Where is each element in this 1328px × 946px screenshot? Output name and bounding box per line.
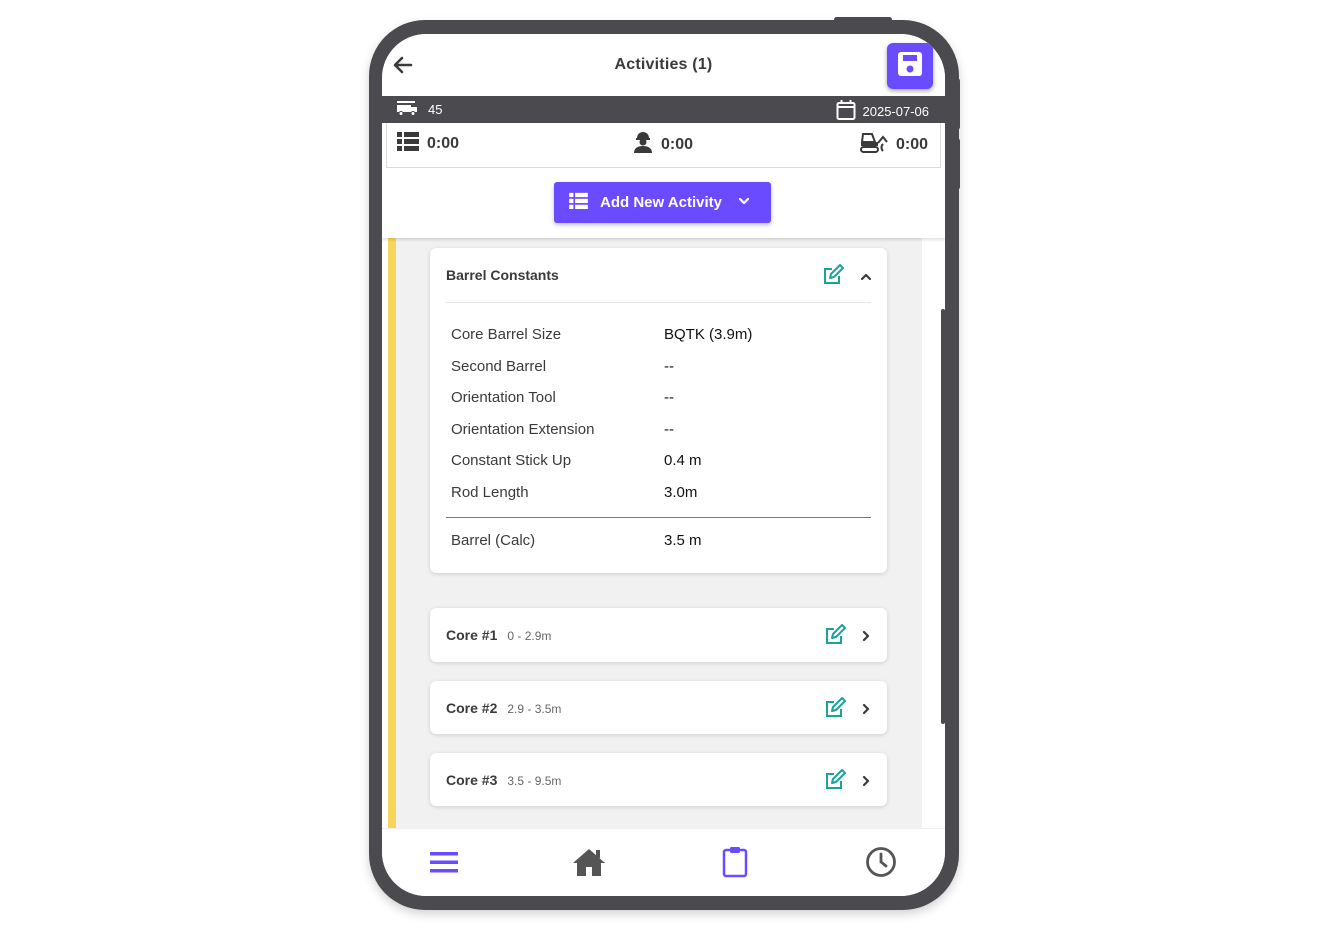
app-header: Activities (1) <box>382 34 945 96</box>
volume-down-button <box>953 138 960 190</box>
page-title: Activities (1) <box>614 56 713 73</box>
power-button <box>834 17 892 22</box>
add-activity-bar: Add New Activity <box>382 168 945 238</box>
row-label: Orientation Extension <box>451 421 595 438</box>
calendar-icon <box>836 99 856 124</box>
worker-icon <box>633 131 653 158</box>
core-title: Core #2 2.9 - 3.5m <box>446 700 561 716</box>
edit-icon[interactable] <box>822 264 844 286</box>
report-date: 2025-07-06 <box>862 104 930 119</box>
app-screen: Activities (1) 45 2025-07-06 0:00 0:00 0… <box>382 34 945 896</box>
chevron-right-icon[interactable] <box>860 629 872 642</box>
rig-number: 45 <box>428 102 443 117</box>
floppy-disk-icon <box>896 50 924 83</box>
time-stats-bar: 0:00 0:00 0:00 <box>386 123 941 168</box>
activity-time-stat: 0:00 <box>397 131 459 156</box>
row-label: Core Barrel Size <box>451 326 562 343</box>
row-value: BQTK (3.9m) <box>664 326 753 343</box>
clipboard-icon[interactable] <box>717 844 753 880</box>
equipment-time-value: 0:00 <box>896 135 929 153</box>
core-card[interactable]: Core #3 3.5 - 9.5m <box>430 753 887 806</box>
core-card[interactable]: Core #2 2.9 - 3.5m <box>430 681 887 734</box>
barrel-constants-card: Barrel Constants Core Barrel Size BQTK (… <box>430 248 887 573</box>
core-name: Core #3 <box>446 772 498 788</box>
core-title: Core #3 3.5 - 9.5m <box>446 772 561 788</box>
core-name: Core #2 <box>446 700 498 716</box>
add-new-activity-label: Add New Activity <box>600 194 722 211</box>
calc-value: 3.5 m <box>664 532 702 549</box>
excavator-icon <box>860 131 888 158</box>
chevron-right-icon[interactable] <box>860 702 872 715</box>
volume-up-button <box>953 78 960 130</box>
edit-icon[interactable] <box>824 624 846 646</box>
core-name: Core #1 <box>446 627 498 643</box>
chevron-down-icon <box>738 194 750 211</box>
edit-icon[interactable] <box>824 769 846 791</box>
personnel-time-stat: 0:00 <box>633 131 693 158</box>
barrel-constants-title: Barrel Constants <box>446 267 559 283</box>
row-label: Constant Stick Up <box>451 452 572 469</box>
clock-icon[interactable] <box>863 844 899 880</box>
row-label: Orientation Tool <box>451 389 556 406</box>
scrollbar[interactable] <box>941 309 945 724</box>
row-value: 0.4 m <box>664 452 702 469</box>
core-range: 0 - 2.9m <box>507 629 552 643</box>
chevron-right-icon[interactable] <box>860 774 872 787</box>
row-value: 3.0m <box>664 484 698 501</box>
calc-label: Barrel (Calc) <box>451 532 536 549</box>
equipment-time-stat: 0:00 <box>860 131 928 158</box>
home-icon[interactable] <box>571 844 607 880</box>
calc-divider <box>446 517 871 518</box>
save-button[interactable] <box>887 43 933 89</box>
edit-icon[interactable] <box>824 697 846 719</box>
menu-icon[interactable] <box>426 844 462 880</box>
list-icon <box>397 131 419 156</box>
core-range: 2.9 - 3.5m <box>507 702 562 716</box>
drill-truck-icon <box>396 100 418 119</box>
bottom-nav <box>382 828 945 896</box>
core-range: 3.5 - 9.5m <box>507 774 562 788</box>
list-icon <box>569 192 588 213</box>
core-card[interactable]: Core #1 0 - 2.9m <box>430 608 887 662</box>
add-new-activity-button[interactable]: Add New Activity <box>554 182 771 223</box>
row-label: Second Barrel <box>451 358 547 375</box>
core-title: Core #1 0 - 2.9m <box>446 627 551 643</box>
row-value: -- <box>664 389 674 406</box>
personnel-time-value: 0:00 <box>661 135 694 153</box>
row-value: -- <box>664 358 674 375</box>
info-bar: 45 2025-07-06 <box>382 96 945 123</box>
divider <box>446 302 871 303</box>
row-value: -- <box>664 421 674 438</box>
row-label: Rod Length <box>451 484 529 501</box>
activity-content: Barrel Constants Core Barrel Size BQTK (… <box>388 238 922 828</box>
activity-time-value: 0:00 <box>427 134 460 152</box>
chevron-up-icon[interactable] <box>860 270 872 282</box>
